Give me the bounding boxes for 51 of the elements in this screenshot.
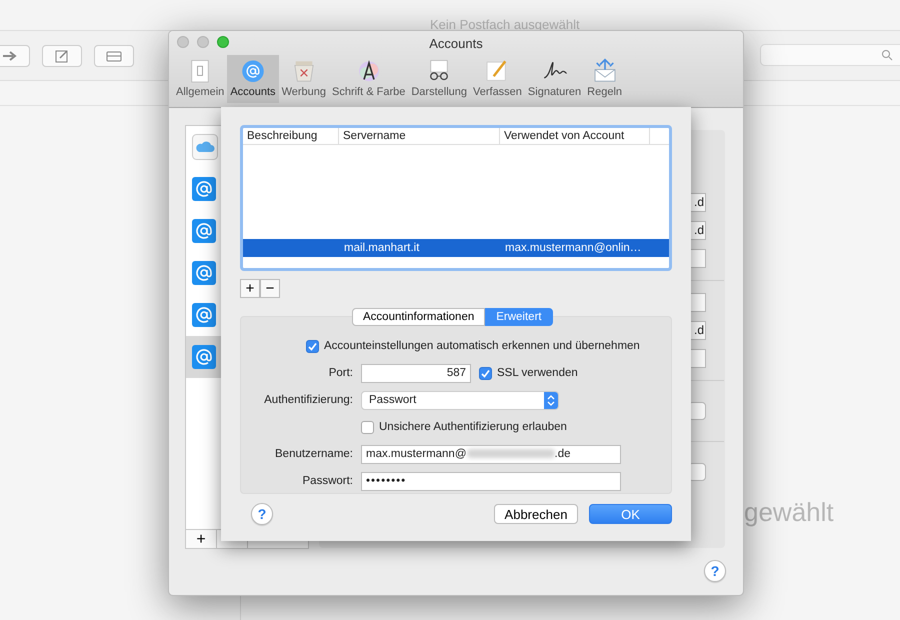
at-sign-icon: [192, 303, 216, 327]
column-header[interactable]: Verwendet von Account: [500, 128, 650, 144]
arrow-icon: [2, 50, 18, 62]
checkbox[interactable]: Unsichere Authentifizierung erlauben: [361, 418, 567, 436]
table-cell-text: mail.manhart.it: [343, 241, 420, 256]
stepper-icon: [544, 392, 558, 409]
toolbar-tab[interactable]: Regeln: [584, 54, 625, 102]
window-title: Accounts: [429, 35, 483, 53]
cancel-button[interactable]: Abbrechen: [494, 504, 578, 524]
tab[interactable]: Accountinformationen: [352, 308, 486, 326]
field-label: Port:: [328, 366, 353, 379]
port-field[interactable]: 587: [361, 364, 471, 383]
table-cell-text: max.mustermann@onlin…: [504, 241, 642, 256]
checkmark-icon: [308, 342, 317, 351]
add-button[interactable]: +: [240, 279, 260, 298]
toolbar-tab[interactable]: Darstellung: [408, 54, 470, 102]
help-button[interactable]: ?: [251, 503, 273, 525]
archive-button[interactable]: [94, 44, 134, 66]
toolbar-tab[interactable]: Signaturen: [524, 54, 584, 102]
authentication-popup[interactable]: Passwort: [361, 391, 559, 410]
forward-button[interactable]: [0, 44, 30, 66]
toolbar-tab[interactable]: Accounts: [227, 54, 279, 102]
checkbox[interactable]: Accounteinstellungen automatisch erkennen und übernehmen: [306, 338, 640, 356]
field-label: Benutzername:: [275, 448, 353, 460]
toolbar-tab[interactable]: Werbung: [278, 54, 329, 102]
table-row[interactable]: mail.manhart.it max.mustermann@onlin…: [243, 239, 669, 257]
checkmark-icon: [481, 369, 490, 378]
password-field[interactable]: ••••••••: [361, 472, 621, 491]
zoom-button[interactable]: [217, 36, 229, 48]
toolbar-tab[interactable]: Verfassen: [470, 54, 525, 102]
column-header[interactable]: Beschreibung: [243, 128, 339, 144]
field-label: Passwort:: [302, 474, 353, 487]
cloud-icon: [192, 134, 218, 160]
tray-icon: [106, 50, 122, 62]
username-field[interactable]: max.mustermann@ .de: [361, 445, 621, 464]
toolbar-tab[interactable]: Schrift & Farbe: [329, 54, 408, 102]
at-sign-icon: [192, 261, 216, 285]
field-label: Authentifizierung:: [264, 394, 353, 406]
at-sign-icon: [192, 219, 216, 243]
at-sign-icon: [192, 177, 216, 201]
search-field[interactable]: [760, 44, 900, 66]
at-sign-icon: [192, 345, 216, 369]
help-button[interactable]: ?: [704, 560, 726, 582]
toolbar-tab[interactable]: Allgemein: [173, 54, 228, 102]
remove-button[interactable]: −: [260, 279, 280, 298]
checkbox[interactable]: SSL verwenden: [479, 364, 578, 382]
search-icon: [881, 49, 893, 61]
compose-button[interactable]: [42, 44, 82, 66]
compose-icon: [55, 48, 69, 62]
account-row[interactable]: [186, 336, 221, 378]
column-header[interactable]: Servername: [339, 128, 500, 144]
